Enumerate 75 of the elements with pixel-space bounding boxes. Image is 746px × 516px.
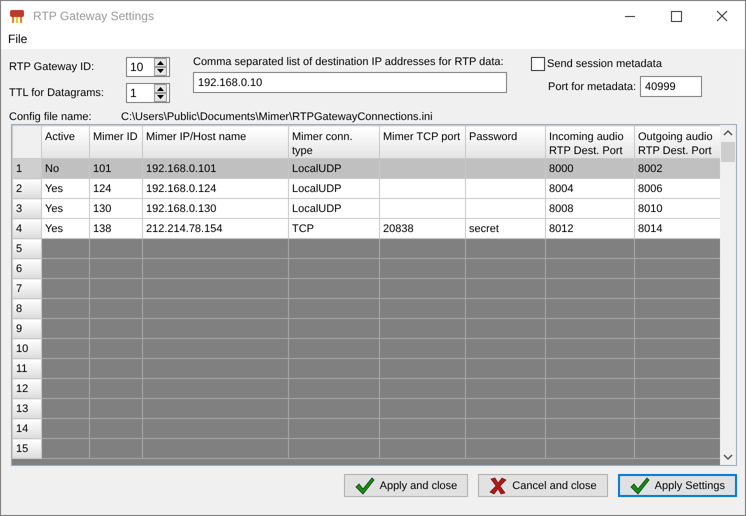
column-header[interactable]: Mimer IP/Host name bbox=[142, 126, 288, 158]
table-cell: No bbox=[42, 158, 90, 178]
row-header[interactable]: 11 bbox=[12, 358, 42, 378]
table-cell: 20838 bbox=[380, 218, 466, 238]
table-cell: Yes bbox=[42, 218, 90, 238]
spin-arrows-icon[interactable] bbox=[154, 58, 167, 76]
column-header[interactable]: Active bbox=[42, 126, 90, 158]
table-cell: 8012 bbox=[546, 218, 634, 238]
spin-box[interactable]: 10 bbox=[126, 57, 170, 77]
row-header[interactable]: 3 bbox=[12, 198, 42, 218]
table-cell: Yes bbox=[42, 198, 90, 218]
row-header[interactable]: 14 bbox=[12, 418, 42, 438]
dialog-button[interactable]: Cancel and close bbox=[478, 474, 608, 497]
table-cell: 130 bbox=[90, 198, 142, 218]
row-header[interactable]: 10 bbox=[12, 338, 42, 358]
row-header[interactable]: 1 bbox=[12, 158, 42, 178]
column-header[interactable]: Password bbox=[466, 126, 546, 158]
row-header[interactable]: 15 bbox=[12, 438, 42, 458]
column-header[interactable]: Incoming audio RTP Dest. Port bbox=[546, 126, 634, 158]
checkbox[interactable] bbox=[531, 57, 545, 71]
dialog-button[interactable]: Apply Settings bbox=[618, 474, 737, 497]
table-cell: 8002 bbox=[634, 158, 720, 178]
scroll-thumb[interactable] bbox=[721, 142, 735, 162]
row-header[interactable]: 12 bbox=[12, 378, 42, 398]
field-label: TTL for Datagrams: bbox=[9, 87, 105, 99]
table-cell: LocalUDP bbox=[288, 158, 380, 178]
table-cell: 8000 bbox=[546, 158, 634, 178]
field-label: RTP Gateway ID: bbox=[9, 61, 96, 73]
table-cell: 8014 bbox=[634, 218, 720, 238]
row-header[interactable]: 9 bbox=[12, 318, 42, 338]
cross-icon bbox=[489, 476, 508, 494]
field-label: Port for metadata: bbox=[548, 80, 636, 92]
checkbox-label: Send session metadata bbox=[547, 58, 662, 70]
field-label: Config file name: bbox=[9, 110, 93, 122]
row-header[interactable]: 5 bbox=[12, 238, 42, 258]
file-path: C:\Users\Public\Documents\Mimer\RTPGatewayConnections.ini bbox=[121, 110, 433, 122]
table-cell: LocalUDP bbox=[288, 198, 380, 218]
dialog-button[interactable]: Apply and close bbox=[344, 474, 468, 497]
table-cell: Yes bbox=[42, 178, 90, 198]
table-cell: LocalUDP bbox=[288, 178, 380, 198]
column-header[interactable]: Mimer TCP port bbox=[380, 126, 466, 158]
table-cell: 192.168.0.124 bbox=[142, 178, 288, 198]
check-icon bbox=[630, 476, 650, 494]
spin-arrows-icon[interactable] bbox=[154, 84, 167, 102]
check-icon bbox=[354, 476, 375, 494]
input-field[interactable]: 192.168.0.10 bbox=[193, 72, 507, 93]
row-header[interactable]: 6 bbox=[12, 258, 42, 278]
grid-corner bbox=[12, 126, 42, 158]
table-cell: 124 bbox=[90, 178, 142, 198]
table-cell: 101 bbox=[90, 158, 142, 178]
row-header[interactable]: 2 bbox=[12, 178, 42, 198]
table-cell: 8004 bbox=[546, 178, 634, 198]
table-cell: 138 bbox=[90, 218, 142, 238]
table-cell: TCP bbox=[288, 218, 380, 238]
table-cell: 8008 bbox=[546, 198, 634, 218]
menu-item[interactable]: File bbox=[1, 31, 34, 48]
scrollbar[interactable] bbox=[720, 125, 736, 465]
row-header[interactable]: 8 bbox=[12, 298, 42, 318]
row-header[interactable]: 13 bbox=[12, 398, 42, 418]
table-cell: 192.168.0.101 bbox=[142, 158, 288, 178]
row-header[interactable]: 7 bbox=[12, 278, 42, 298]
input-field[interactable]: 40999 bbox=[640, 76, 702, 97]
column-header[interactable]: Outgoing audio RTP Dest. Port bbox=[634, 126, 720, 158]
table-cell: 192.168.0.130 bbox=[142, 198, 288, 218]
row-header[interactable]: 4 bbox=[12, 218, 42, 238]
app-icon bbox=[9, 8, 25, 24]
window-title: RTP Gateway Settings bbox=[33, 9, 155, 23]
table-cell: 8010 bbox=[634, 198, 720, 218]
table-cell: 8006 bbox=[634, 178, 720, 198]
spin-box[interactable]: 1 bbox=[126, 83, 170, 103]
column-header[interactable]: Mimer ID bbox=[90, 126, 142, 158]
table-cell: secret bbox=[466, 218, 546, 238]
column-header[interactable]: Mimer conn. type bbox=[288, 126, 380, 158]
table-cell: 212.214.78.154 bbox=[142, 218, 288, 238]
field-label: Comma separated list of destination IP addresses for RTP data: bbox=[193, 56, 505, 68]
